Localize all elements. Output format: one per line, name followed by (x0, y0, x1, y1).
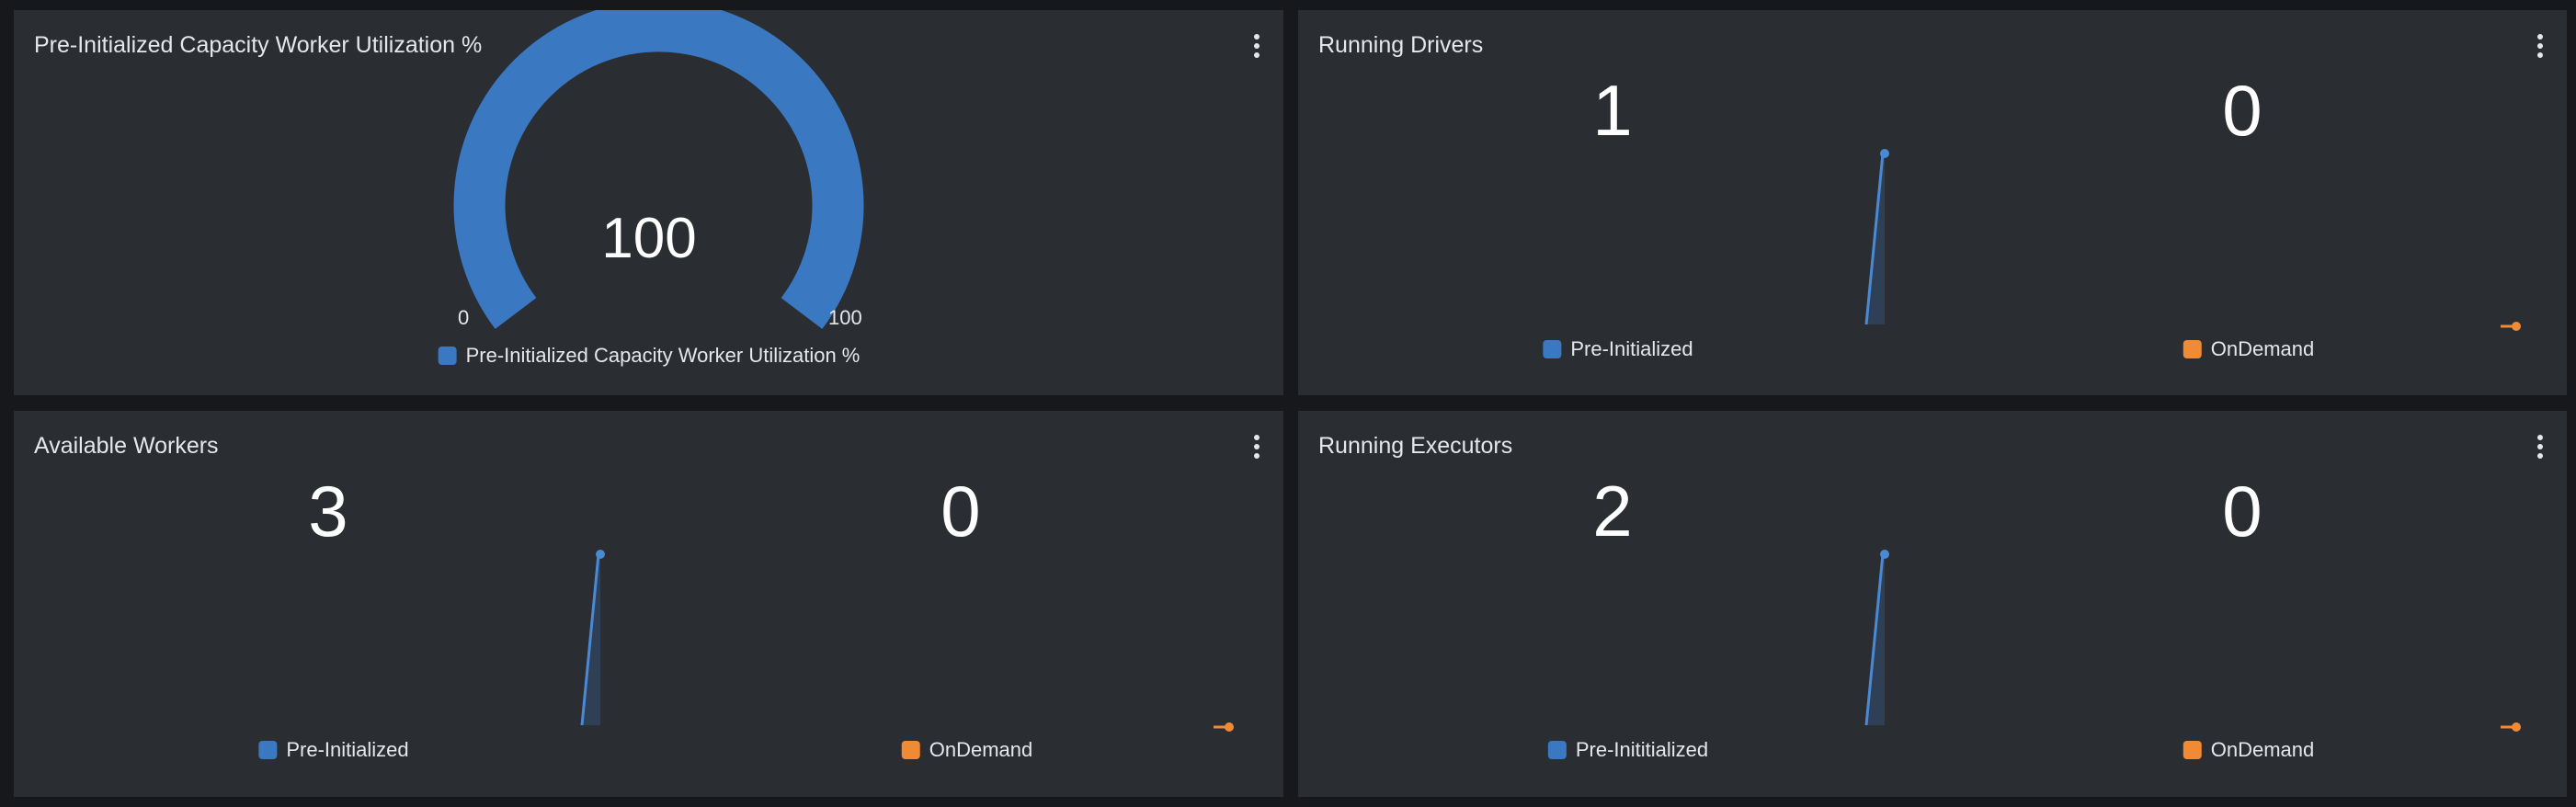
on-demand-point (1225, 722, 1234, 732)
gauge-min-label: 0 (458, 306, 470, 329)
pre-initialized-point (1880, 550, 1889, 559)
legend-swatch (901, 741, 920, 759)
gauge-value: 100 (601, 207, 697, 270)
legend-swatch (258, 741, 278, 759)
legend-swatch (2183, 741, 2202, 759)
legend-label: Pre-Initialized Capacity Worker Utilizat… (465, 344, 861, 367)
legend-label: Pre-Initialized (286, 738, 409, 761)
legend-swatch (438, 347, 457, 365)
legend-swatch (1547, 741, 1567, 759)
legend-swatch (2183, 340, 2202, 358)
legend-item[interactable]: Pre-Initialized Capacity Worker Utilizat… (438, 344, 861, 368)
legend-label: OnDemand (2210, 738, 2315, 761)
on-demand-point (2512, 722, 2521, 732)
legend-on-demand[interactable]: OnDemand (901, 738, 1033, 762)
sparkline-chart (1864, 149, 2521, 331)
legend-pre-initialized[interactable]: Pre-Initialized (1543, 337, 1693, 361)
legend-on-demand[interactable]: OnDemand (2183, 337, 2315, 361)
legend-pre-initialized[interactable]: Pre-Initialized (258, 738, 409, 762)
legend-label: OnDemand (929, 738, 1033, 761)
sparkline-chart (1864, 550, 2521, 732)
utilization-panel: Pre-Initialized Capacity Worker Utilizat… (14, 10, 1283, 395)
gauge-max-label: 100 (828, 306, 862, 329)
legend-label: OnDemand (2210, 337, 2315, 360)
legend-label: Pre-Initialized (1570, 337, 1693, 360)
legend-label: Pre-Inititialized (1575, 738, 1709, 761)
available-workers-panel: Available Workers 3 0 Pre-Initialized On… (14, 411, 1283, 797)
running-executors-panel: Running Executors 2 0 Pre-Inititialized … (1298, 411, 2567, 797)
utilization-gauge (453, 10, 864, 329)
on-demand-point (2512, 322, 2521, 331)
sparkline-chart (580, 550, 1234, 732)
legend-swatch (1543, 340, 1562, 358)
pre-initialized-point (596, 550, 605, 559)
legend-pre-initialized[interactable]: Pre-Inititialized (1547, 738, 1709, 762)
legend-on-demand[interactable]: OnDemand (2183, 738, 2315, 762)
pre-initialized-point (1880, 149, 1889, 158)
running-drivers-panel: Running Drivers 1 0 Pre-Initialized OnDe… (1298, 10, 2567, 395)
gauge-arc (453, 10, 864, 329)
